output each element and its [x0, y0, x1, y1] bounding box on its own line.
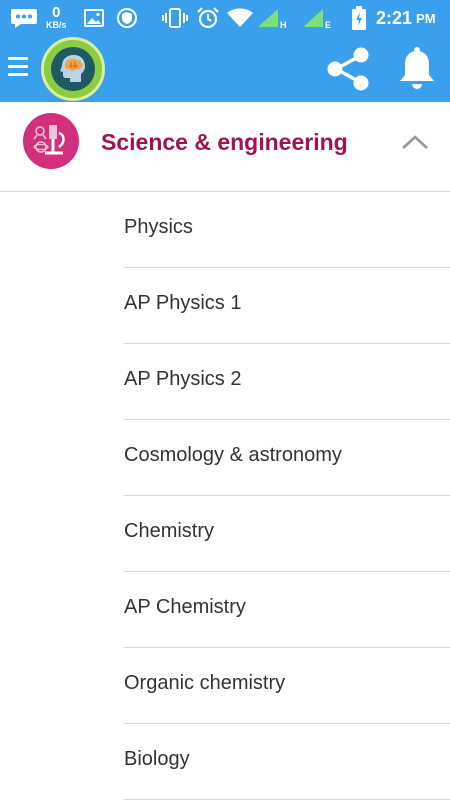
- signal-icon-2: E: [302, 0, 331, 36]
- notifications-button[interactable]: [392, 42, 442, 96]
- app-bar: [0, 36, 450, 102]
- list-item[interactable]: Biology: [124, 724, 450, 800]
- list-item-label: Biology: [124, 748, 190, 770]
- category-title: Science & engineering: [101, 129, 348, 155]
- vibrate-icon: [162, 0, 188, 36]
- network-type-1: H: [280, 20, 287, 30]
- science-category-icon: [23, 113, 79, 169]
- list-item-label: Physics: [124, 216, 193, 238]
- clock-ampm: PM: [416, 10, 436, 26]
- menu-button[interactable]: [8, 54, 30, 82]
- list-item-label: Chemistry: [124, 520, 215, 542]
- status-bar: 0 KB/s H E 2:21 PM: [0, 0, 450, 36]
- alarm-icon: [196, 0, 220, 36]
- chat-notification-icon: [10, 0, 38, 36]
- list-item[interactable]: AP Physics 2: [124, 344, 450, 420]
- clock-time: 2:21: [376, 7, 413, 28]
- image-icon: [84, 0, 104, 36]
- list-item[interactable]: Chemistry: [124, 496, 450, 572]
- list-item[interactable]: Cosmology & astronomy: [124, 420, 450, 496]
- list-item-label: AP Physics 1: [124, 292, 242, 314]
- shield-icon: [117, 0, 137, 36]
- category-header[interactable]: Science & engineering: [0, 102, 450, 192]
- list-item[interactable]: AP Chemistry: [124, 572, 450, 648]
- list-item[interactable]: Organic chemistry: [124, 648, 450, 724]
- network-speed-unit: KB/s: [46, 20, 67, 30]
- network-type-2: E: [325, 20, 332, 30]
- network-speed-value: 0: [52, 4, 61, 21]
- menu-icon: [8, 57, 28, 60]
- signal-icon-1: H: [257, 0, 287, 36]
- list-item-label: AP Chemistry: [124, 596, 246, 618]
- share-button[interactable]: [322, 42, 376, 96]
- chevron-up-icon[interactable]: [400, 132, 430, 152]
- list-item-label: AP Physics 2: [124, 368, 242, 390]
- list-item-label: Organic chemistry: [124, 672, 286, 694]
- clock: 2:21 PM: [376, 0, 436, 36]
- bell-icon: [400, 47, 434, 89]
- battery-charging-icon: [352, 0, 366, 36]
- wifi-icon: [226, 0, 254, 36]
- list-item[interactable]: Physics: [124, 192, 450, 268]
- list-item[interactable]: AP Physics 1: [124, 268, 450, 344]
- network-speed: 0 KB/s: [46, 0, 67, 36]
- subject-list: Physics AP Physics 1 AP Physics 2 Cosmology…: [0, 192, 450, 800]
- share-icon: [327, 47, 369, 91]
- list-item-label: Cosmology & astronomy: [124, 444, 342, 466]
- brain-logo-icon[interactable]: [41, 37, 105, 101]
